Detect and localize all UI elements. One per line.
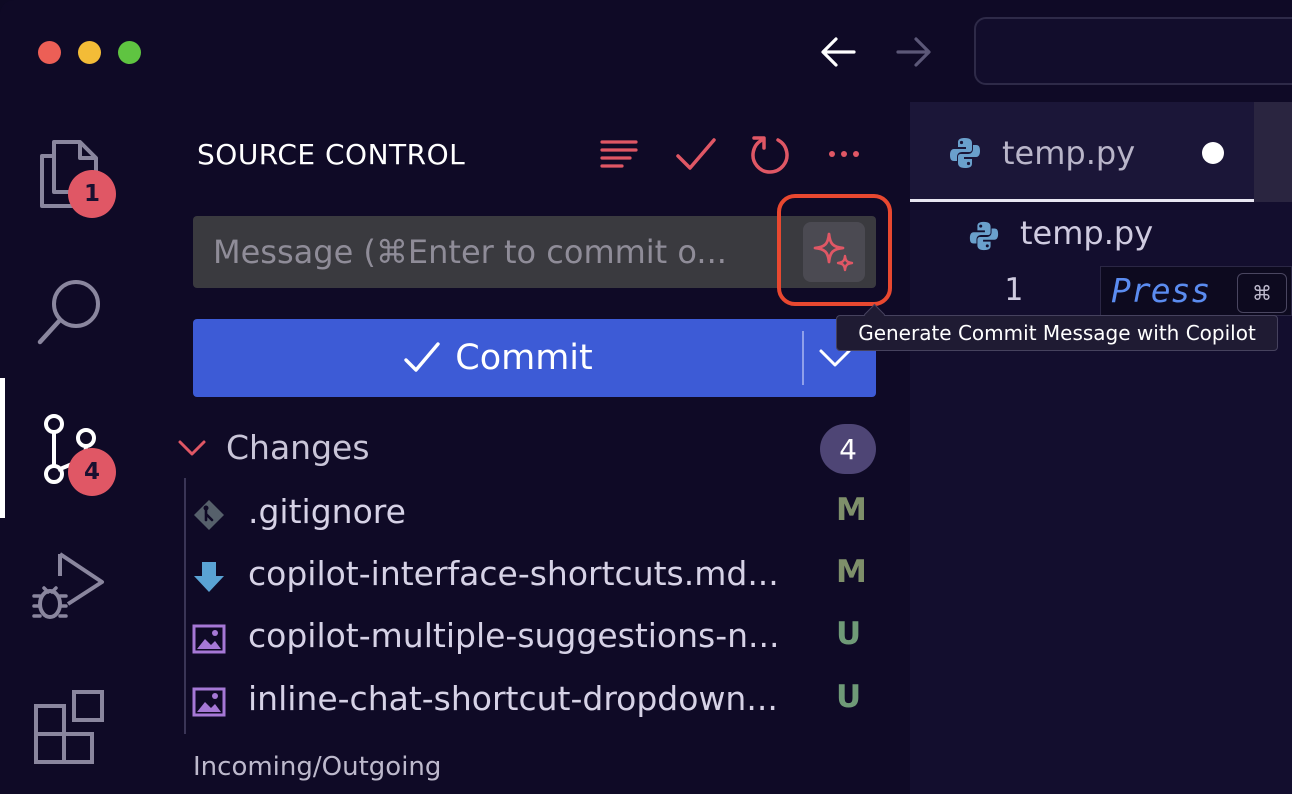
source-control-panel: SOURCE CONTROL Message (⌘Enter to commit… — [140, 102, 910, 794]
chevron-down-icon — [178, 440, 206, 456]
highlight-annotation — [777, 194, 892, 306]
tab-temp-py[interactable]: temp.py — [910, 102, 1254, 202]
tab-overflow — [1254, 102, 1292, 202]
changed-file-row[interactable]: copilot-interface-shortcuts.md... M — [192, 546, 882, 606]
changed-file-row[interactable]: .gitignore M — [192, 484, 882, 544]
incoming-outgoing-header[interactable]: Incoming/Outgoing — [193, 752, 441, 782]
breadcrumb-label: temp.py — [1020, 214, 1154, 252]
commit-button[interactable]: Commit — [193, 319, 803, 397]
editor-tab-bar: temp.py — [910, 102, 1292, 202]
activity-search[interactable] — [0, 242, 140, 382]
image-file-icon — [192, 624, 226, 654]
file-name: .gitignore — [248, 492, 406, 531]
arrow-right-icon[interactable] — [892, 30, 936, 74]
command-center[interactable] — [974, 17, 1292, 85]
file-status: U — [836, 679, 862, 715]
arrow-left-icon[interactable] — [816, 30, 860, 74]
activity-explorer[interactable]: 1 — [0, 102, 140, 242]
vscode-window: 1 4 SOURCE CONTROL Message (⌘Enter to co… — [0, 0, 1292, 794]
tooltip: Generate Commit Message with Copilot — [836, 315, 1278, 351]
file-name: copilot-multiple-suggestions-n... — [248, 616, 780, 655]
check-icon — [404, 342, 440, 372]
changed-file-row[interactable]: copilot-multiple-suggestions-n... U — [192, 608, 882, 668]
activity-source-control[interactable]: 4 — [0, 378, 140, 518]
changes-count-badge: 4 — [820, 424, 876, 474]
explorer-badge: 1 — [68, 170, 116, 218]
activity-bar: 1 4 — [0, 102, 140, 794]
tab-label: temp.py — [1002, 134, 1136, 172]
commit-label: Commit — [455, 338, 593, 378]
ghost-text-hint[interactable]: Press ⌘ — [1100, 266, 1292, 316]
commit-separator — [802, 331, 804, 385]
changed-file-row[interactable]: inline-chat-shortcut-dropdown... U — [192, 671, 882, 731]
editor-area: temp.py temp.py 1 Press ⌘ — [910, 102, 1292, 794]
file-status: M — [836, 492, 867, 528]
tree-indent-guide — [184, 478, 186, 734]
markdown-download-icon — [194, 562, 224, 592]
extensions-icon — [34, 690, 104, 764]
panel-title: SOURCE CONTROL — [197, 138, 466, 171]
line-number: 1 — [1004, 272, 1023, 308]
git-file-icon — [194, 500, 224, 530]
run-debug-icon — [32, 552, 104, 619]
file-name: copilot-interface-shortcuts.md... — [248, 554, 779, 593]
activity-extensions[interactable] — [0, 658, 140, 794]
python-icon — [969, 221, 999, 251]
file-name: inline-chat-shortcut-dropdown... — [248, 679, 778, 718]
image-file-icon — [192, 687, 226, 717]
keyboard-shortcut-key: ⌘ — [1237, 273, 1287, 313]
changes-label: Changes — [226, 428, 370, 467]
python-icon — [950, 138, 980, 168]
unsaved-dot-icon[interactable] — [1202, 142, 1224, 164]
close-window-button[interactable] — [38, 41, 61, 64]
commit-button-group: Commit — [193, 319, 876, 397]
commit-message-box — [193, 216, 876, 288]
changes-section-header[interactable]: Changes 4 — [176, 424, 876, 474]
title-bar — [0, 0, 1292, 102]
commit-message-input[interactable] — [213, 216, 773, 288]
file-status: U — [836, 616, 862, 652]
minimize-window-button[interactable] — [78, 41, 101, 64]
search-icon — [37, 280, 100, 345]
file-status: M — [836, 554, 867, 590]
zoom-window-button[interactable] — [118, 41, 141, 64]
activity-run-debug[interactable] — [0, 516, 140, 656]
source-control-badge: 4 — [68, 448, 116, 496]
ghost-text: Press — [1111, 271, 1211, 310]
